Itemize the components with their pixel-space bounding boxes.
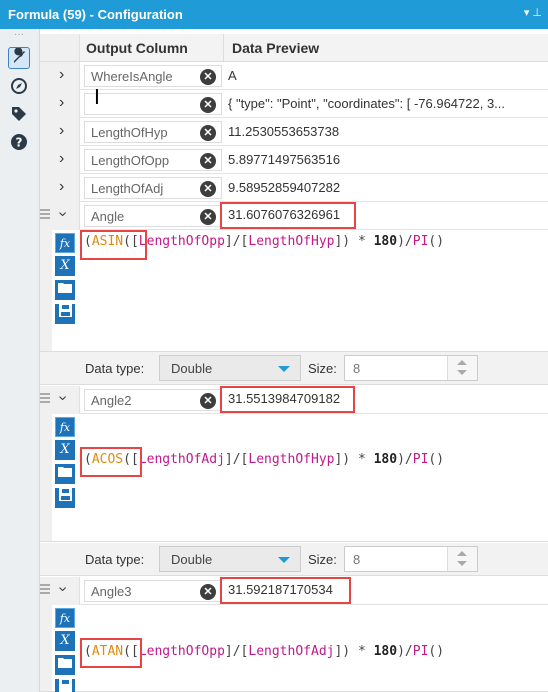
table-row[interactable]: › WhereIsAngle ✕ A [40, 62, 548, 90]
chevron-right-icon[interactable]: › [59, 66, 64, 84]
data-type-select[interactable]: Double [159, 546, 301, 572]
wrench-icon[interactable] [8, 47, 30, 69]
delete-icon[interactable]: ✕ [200, 393, 216, 409]
header-gutter [40, 34, 80, 62]
folder-icon[interactable] [55, 280, 75, 300]
preview-highlight [220, 202, 356, 229]
delete-icon[interactable]: ✕ [200, 181, 216, 197]
function-highlight [80, 638, 142, 668]
delete-icon[interactable]: ✕ [200, 209, 216, 225]
chevron-right-icon[interactable]: › [59, 150, 64, 168]
delete-icon[interactable]: ✕ [200, 97, 216, 113]
formula-grid: Output Column Data Preview › WhereIsAngl… [40, 29, 548, 692]
chevron-down-icon [278, 366, 290, 372]
chevron-right-icon[interactable]: › [59, 122, 64, 140]
window-controls[interactable]: ▾ ⊥ [524, 6, 542, 19]
formula-row-angle[interactable]: › Angle ✕ 31.6076076326961 [40, 202, 548, 230]
formula-editor[interactable]: fx X (ATAN([LengthOfOpp]/[LengthOfAdj]) … [40, 605, 548, 692]
save-icon[interactable] [55, 304, 75, 324]
chevron-down-icon[interactable]: › [54, 586, 72, 591]
table-row[interactable]: › ✕ { "type": "Point", "coordinates": [ … [40, 90, 548, 118]
drag-handle-icon[interactable] [40, 584, 50, 596]
function-highlight [80, 447, 142, 477]
data-preview-cell: 11.2530553653738 [228, 124, 340, 139]
formula-row-angle3[interactable]: › Angle3 ✕ 31.592187170534 [40, 577, 548, 605]
editor-gutter [40, 230, 52, 351]
save-icon[interactable] [55, 679, 75, 692]
row-gutter: › [40, 146, 80, 174]
chevron-right-icon[interactable]: › [59, 94, 64, 112]
window-title: Formula (59) - Configuration [8, 7, 183, 22]
preview-highlight [220, 386, 355, 413]
function-icon[interactable]: fx [55, 233, 75, 253]
row-gutter: › [40, 174, 80, 202]
row-gutter: › [40, 386, 80, 414]
row-gutter: › [40, 118, 80, 146]
svg-text:?: ? [16, 136, 23, 150]
row-gutter: › [40, 90, 80, 118]
size-stepper[interactable] [447, 547, 477, 571]
data-preview-cell: 5.89771497563516 [228, 152, 341, 167]
folder-icon[interactable] [55, 655, 75, 675]
delete-icon[interactable]: ✕ [200, 584, 216, 600]
data-type-label: Data type: [85, 552, 145, 567]
size-label: Size: [308, 552, 337, 567]
variable-icon[interactable]: X [55, 440, 75, 460]
formula-editor[interactable]: fx X (ASIN([LengthOfOpp]/[LengthOfHyp]) … [40, 230, 548, 352]
function-icon[interactable]: fx [55, 417, 75, 437]
save-icon[interactable] [55, 488, 75, 508]
table-row[interactable]: › LengthOfAdj ✕ 9.58952859407282 [40, 174, 548, 202]
delete-icon[interactable]: ✕ [200, 125, 216, 141]
delete-icon[interactable]: ✕ [200, 153, 216, 169]
data-preview-cell: 9.58952859407282 [228, 180, 341, 195]
formula-row-angle2[interactable]: › Angle2 ✕ 31.5513984709182 [40, 386, 548, 414]
table-row[interactable]: › LengthOfHyp ✕ 11.2530553653738 [40, 118, 548, 146]
header-data-preview[interactable]: Data Preview [224, 34, 548, 62]
drag-handle-icon[interactable] [40, 209, 50, 221]
variable-icon[interactable]: X [55, 631, 75, 651]
data-preview-cell: { "type": "Point", "coordinates": [ -76.… [228, 96, 506, 111]
window-title-bar: Formula (59) - Configuration ▾ ⊥ [0, 0, 548, 29]
data-type-bar: Data type: Double Size: 8 [40, 543, 548, 576]
data-type-label: Data type: [85, 361, 145, 376]
chevron-down-icon[interactable]: › [54, 395, 72, 400]
delete-icon[interactable]: ✕ [200, 69, 216, 85]
function-icon[interactable]: fx [55, 608, 75, 628]
size-label: Size: [308, 361, 337, 376]
editor-gutter [40, 414, 52, 541]
size-input[interactable]: 8 [344, 546, 478, 572]
folder-icon[interactable] [55, 464, 75, 484]
tool-strip: ··· ? [0, 29, 40, 692]
data-preview-cell: A [228, 68, 237, 83]
help-icon[interactable]: ? [8, 133, 30, 155]
drag-handle-icon[interactable] [40, 393, 50, 405]
chevron-down-icon [278, 557, 290, 563]
chevron-down-icon[interactable]: › [54, 211, 72, 216]
row-gutter: › [40, 62, 80, 90]
text-cursor-icon: I [94, 85, 100, 109]
chevron-right-icon[interactable]: › [59, 178, 64, 196]
preview-highlight [220, 577, 351, 604]
table-row[interactable]: › LengthOfOpp ✕ 5.89771497563516 [40, 146, 548, 174]
tag-icon[interactable] [8, 105, 30, 127]
compass-icon[interactable] [8, 77, 30, 99]
function-highlight [80, 230, 147, 260]
row-gutter: › [40, 577, 80, 605]
data-type-bar: Data type: Double Size: 8 [40, 352, 548, 385]
data-type-select[interactable]: Double [159, 355, 301, 381]
formula-editor[interactable]: fx X (ACOS([LengthOfAdj]/[LengthOfHyp]) … [40, 414, 548, 542]
size-input[interactable]: 8 [344, 355, 478, 381]
header-output-column[interactable]: Output Column [80, 34, 224, 62]
editor-gutter [40, 605, 52, 691]
row-gutter: › [40, 202, 80, 230]
variable-icon[interactable]: X [55, 256, 75, 276]
size-stepper[interactable] [447, 356, 477, 380]
more-icon[interactable]: ··· [8, 30, 30, 41]
